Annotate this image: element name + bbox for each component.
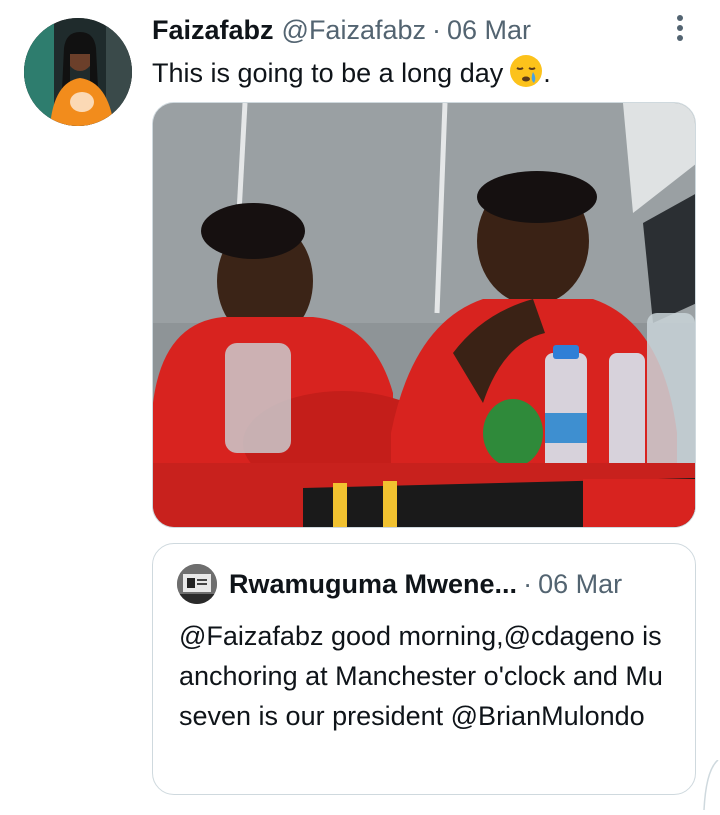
quoted-tweet-text: @Faizafabz good morning,@cdageno is anch… [179, 621, 663, 731]
tweet-header: Faizafabz @Faizafabz · 06 Mar [152, 10, 531, 50]
vertical-ellipsis-icon [677, 15, 683, 41]
quoted-tweet[interactable]: Rwamuguma Mwene... · 06 Mar @Faizafabz g… [152, 543, 696, 795]
quoted-tweet-date[interactable]: 06 Mar [538, 569, 622, 600]
quoted-avatar-image [177, 564, 217, 604]
quoted-tweet-header: Rwamuguma Mwene... · 06 Mar [229, 566, 622, 602]
tweet-photo[interactable] [152, 102, 696, 528]
tweet-date[interactable]: 06 Mar [447, 15, 531, 46]
avatar-image [24, 18, 132, 126]
quoted-author-avatar[interactable] [177, 564, 217, 604]
corner-shape [700, 759, 720, 811]
quoted-author-name[interactable]: Rwamuguma Mwene... [229, 569, 517, 600]
author-avatar[interactable] [24, 18, 132, 126]
tweet-text-end: . [543, 58, 551, 88]
author-handle[interactable]: @Faizafabz [282, 15, 426, 46]
more-options-button[interactable] [664, 12, 696, 44]
photo-two-men-at-table [153, 103, 695, 527]
separator-dot: · [432, 14, 441, 45]
author-name[interactable]: Faizafabz [152, 15, 274, 46]
tweet-text: This is going to be a long day . [152, 54, 551, 97]
tweet-text-body: This is going to be a long day [152, 58, 504, 88]
sleepy-face-emoji-icon [509, 54, 543, 97]
quoted-separator-dot: · [523, 568, 533, 599]
